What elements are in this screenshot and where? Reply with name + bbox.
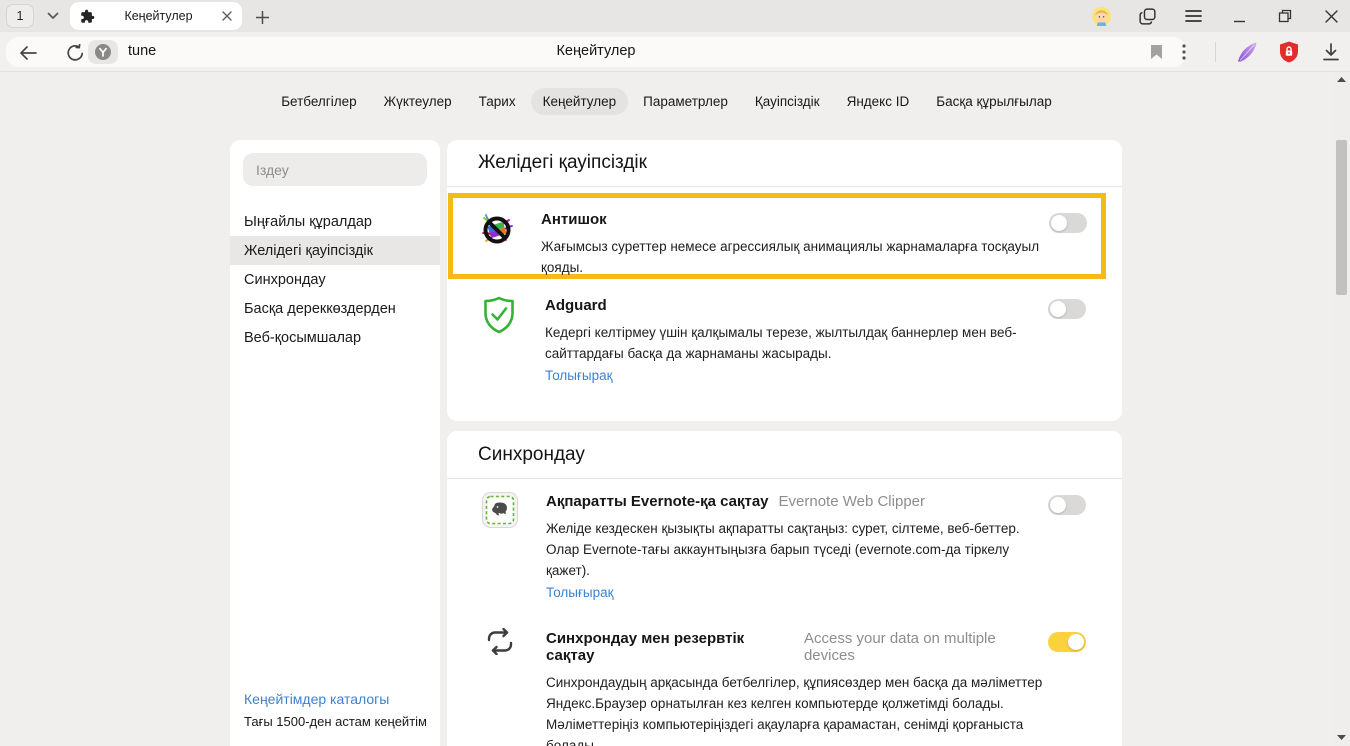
scrollbar-down-arrow[interactable]: [1333, 730, 1350, 744]
tab-title: Кеңейтулер: [95, 9, 222, 23]
tab-bar: 1 Кеңейтулер: [0, 0, 1350, 32]
extension-name: Антишок: [541, 211, 607, 228]
bookmark-flag-icon: [1150, 44, 1163, 60]
sidebar-item-web-apps[interactable]: Веб-қосымшалар: [230, 323, 440, 352]
evernote-toggle[interactable]: [1048, 495, 1086, 515]
side-panels-button[interactable]: [1136, 5, 1158, 27]
tab-count-value: 1: [17, 9, 24, 23]
bookmark-button[interactable]: [1146, 42, 1166, 62]
chevron-down-icon: [47, 12, 59, 20]
settings-nav-tabs: Бетбелгілер Жүктеулер Тарих Кеңейтулер П…: [0, 88, 1333, 115]
extension-description: Желіде кездескен қызықты ақпаратты сақта…: [546, 519, 1048, 582]
extension-description: Кедергі келтірмеу үшін қалқымалы терезе,…: [545, 323, 1048, 365]
toggle-knob: [1050, 301, 1066, 317]
sidebar-item-online-security[interactable]: Желідегі қауіпсіздік: [230, 236, 440, 265]
feather-icon: [1236, 41, 1258, 63]
scrollbar-thumb[interactable]: [1336, 140, 1347, 295]
protect-shield-button[interactable]: [1278, 41, 1300, 63]
sidebar-item-sync[interactable]: Синхрондау: [230, 265, 440, 294]
minimize-icon: [1233, 10, 1246, 23]
more-link[interactable]: Толығырақ: [545, 368, 613, 383]
hamburger-icon: [1185, 9, 1202, 23]
toggle-knob: [1068, 634, 1084, 650]
section-title: Синхрондау: [447, 431, 1122, 479]
tab-extensions[interactable]: Кеңейтулер: [531, 88, 629, 115]
tab-close-icon[interactable]: [222, 11, 232, 21]
extension-row-evernote: Ақпаратты Evernote-қа сақтау Evernote We…: [447, 479, 1122, 602]
scrollbar-up-arrow[interactable]: [1333, 72, 1350, 86]
extensions-catalog-link[interactable]: Кеңейтімдер каталогы: [244, 691, 427, 707]
page-actions-menu-button[interactable]: [1173, 41, 1195, 63]
download-icon: [1322, 43, 1340, 61]
antishock-icon: [476, 209, 518, 251]
extension-row-sync: Синхрондау мен резервтік сақтау Access y…: [447, 602, 1122, 746]
tab-history[interactable]: Тарих: [467, 88, 528, 115]
section-title: Желідегі қауіпсіздік: [447, 140, 1122, 187]
window-minimize-button[interactable]: [1228, 5, 1250, 27]
extension-description: Синхрондаудың арқасында бетбелгілер, құп…: [546, 673, 1048, 746]
antishock-toggle[interactable]: [1049, 213, 1087, 233]
section-sync: Синхрондау Ақпаратты Evernote-қа сақтау …: [447, 431, 1122, 746]
kebab-menu-icon: [1182, 44, 1186, 60]
extension-name: Adguard: [545, 297, 607, 314]
extensions-sidebar: Ыңғайлы құралдар Желідегі қауіпсіздік Си…: [230, 140, 440, 746]
browser-tab[interactable]: Кеңейтулер: [70, 2, 242, 30]
sync-icon: [479, 628, 521, 655]
page-title: Кеңейтулер: [6, 43, 1186, 59]
sync-toggle[interactable]: [1048, 632, 1086, 652]
extension-subtitle: Evernote Web Clipper: [779, 493, 925, 510]
adguard-shield-icon: [478, 295, 520, 335]
new-tab-button[interactable]: [250, 5, 274, 29]
tab-yandex-id[interactable]: Яндекс ID: [835, 88, 922, 115]
restore-icon: [1278, 9, 1292, 23]
extensions-catalog-note: Тағы 1500-ден астам кеңейтім: [244, 714, 427, 729]
puzzle-icon: [80, 9, 95, 24]
tab-counter[interactable]: 1: [6, 4, 34, 28]
sidebar-item-convenient-tools[interactable]: Ыңғайлы құралдар: [230, 207, 440, 236]
extension-description: Жағымсыз суреттер немесе агрессиялық ани…: [541, 237, 1049, 279]
window-close-button[interactable]: [1320, 5, 1342, 27]
highlight-box-antishock: Антишок Жағымсыз суреттер немесе агресси…: [448, 193, 1106, 279]
toolbar: tune Кеңейтулер: [0, 32, 1350, 72]
protect-shield-icon: [1279, 41, 1299, 63]
tab-settings[interactable]: Параметрлер: [631, 88, 740, 115]
downloads-button[interactable]: [1320, 41, 1342, 63]
evernote-icon: [479, 491, 521, 529]
sidebar-item-other-sources[interactable]: Басқа дереккөздерден: [230, 294, 440, 323]
avatar-icon: [1092, 7, 1111, 26]
tab-list-chevron-button[interactable]: [40, 4, 66, 28]
plus-icon: [256, 11, 269, 24]
adguard-toggle[interactable]: [1048, 299, 1086, 319]
extension-feather-button[interactable]: [1236, 41, 1258, 63]
extension-name: Синхрондау мен резервтік сақтау: [546, 630, 794, 664]
profile-avatar[interactable]: [1090, 5, 1112, 27]
toolbar-divider: [1215, 42, 1216, 62]
toggle-knob: [1051, 215, 1067, 231]
section-online-security: Желідегі қауіпсіздік: [447, 140, 1122, 421]
more-link[interactable]: Толығырақ: [546, 585, 614, 600]
tab-bookmarks[interactable]: Бетбелгілер: [269, 88, 368, 115]
window-restore-button[interactable]: [1274, 5, 1296, 27]
page-scrollbar[interactable]: [1333, 72, 1350, 746]
sidebar-list: Ыңғайлы құралдар Желідегі қауіпсіздік Си…: [230, 207, 440, 352]
tab-downloads[interactable]: Жүктеулер: [372, 88, 464, 115]
address-bar[interactable]: tune Кеңейтулер: [6, 37, 1186, 67]
extension-name: Ақпаратты Evernote-қа сақтау: [546, 493, 769, 510]
panels-icon: [1138, 7, 1157, 26]
search-input[interactable]: [243, 153, 427, 186]
browser-menu-button[interactable]: [1182, 5, 1204, 27]
close-icon: [1325, 10, 1338, 23]
tab-security[interactable]: Қауіпсіздік: [743, 88, 832, 115]
extension-subtitle: Access your data on multiple devices: [804, 630, 1048, 664]
tab-other-devices[interactable]: Басқа құрылғылар: [924, 88, 1064, 115]
toggle-knob: [1050, 497, 1066, 513]
extension-row-adguard: Adguard Кедергі келтірмеу үшін қалқымалы…: [447, 279, 1122, 385]
